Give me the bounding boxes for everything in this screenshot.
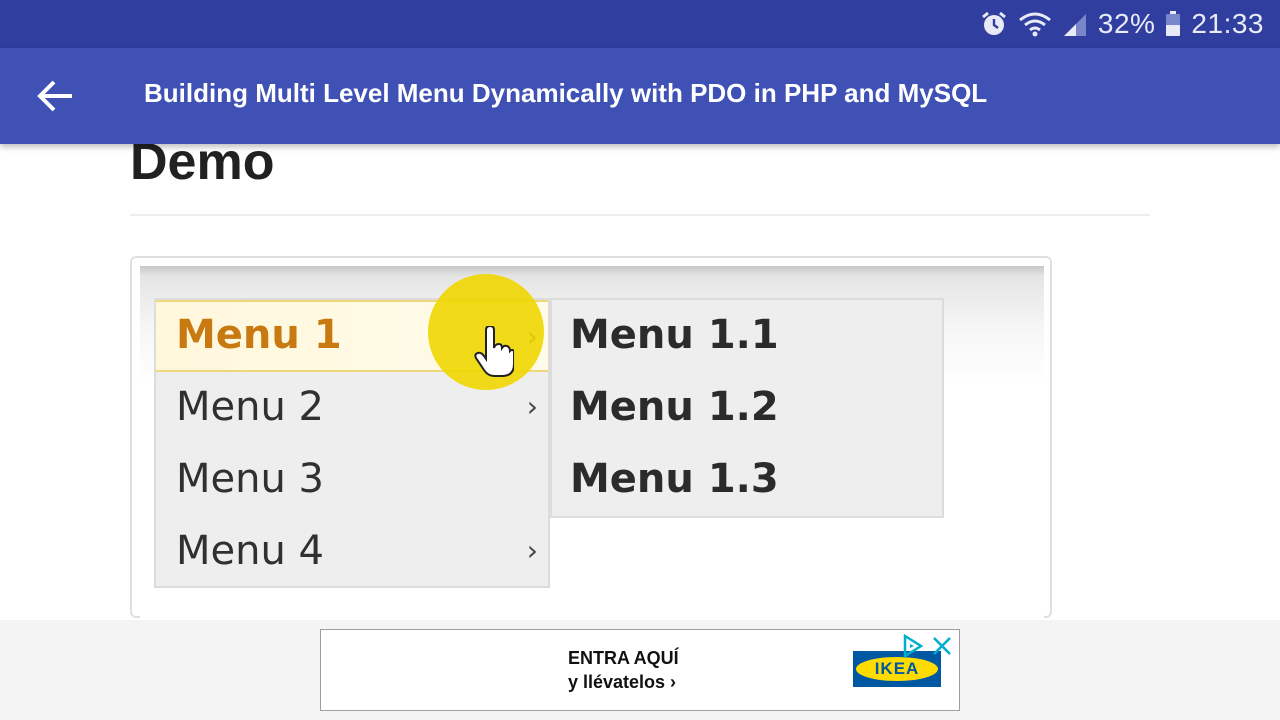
chevron-right-icon: › <box>526 390 538 423</box>
alarm-icon <box>980 10 1008 38</box>
demo-submenu-item: Menu 1.3 <box>552 444 942 516</box>
back-button[interactable] <box>36 78 76 114</box>
demo-menu-item-label: Menu 3 <box>176 456 324 502</box>
wifi-icon <box>1018 10 1052 38</box>
status-bar: 32% 21:33 <box>0 0 1280 48</box>
hand-cursor-icon <box>474 326 514 377</box>
demo-menu-item-label: Menu 2 <box>176 384 324 430</box>
clock: 21:33 <box>1191 8 1264 39</box>
demo-menu-item-label: Menu 1 <box>176 312 342 358</box>
demo-submenu-item: Menu 1.2 <box>552 372 942 444</box>
close-icon[interactable] <box>931 635 953 657</box>
demo-submenu-item-label: Menu 1.2 <box>570 384 779 430</box>
battery-icon <box>1165 10 1181 38</box>
article-content[interactable]: Demo Menu 1 › Menu 2 › Menu 3 Menu 4 › <box>0 144 1280 620</box>
ikea-logo: IKEA <box>853 651 941 687</box>
adchoices-icon[interactable] <box>901 634 925 658</box>
signal-icon <box>1062 10 1088 38</box>
arrow-left-icon <box>37 80 72 112</box>
demo-submenu-panel: Menu 1.1 Menu 1.2 Menu 1.3 <box>550 298 944 518</box>
chevron-right-icon: › <box>526 534 538 567</box>
demo-screenshot: Menu 1 › Menu 2 › Menu 3 Menu 4 › Menu 1… <box>140 266 1044 620</box>
demo-menu-item: Menu 3 <box>156 444 548 516</box>
demo-submenu-item-label: Menu 1.1 <box>570 312 779 358</box>
demo-menu-item: Menu 4 › <box>156 516 548 588</box>
ad-cta-link[interactable]: y llévatelos › <box>568 672 676 693</box>
demo-submenu-item-label: Menu 1.3 <box>570 456 779 502</box>
ikea-logo-text: IKEA <box>856 657 938 681</box>
demo-submenu-item: Menu 1.1 <box>552 300 942 372</box>
ad-banner-area: ENTRA AQUÍ y llévatelos › IKEA <box>0 620 1280 720</box>
section-heading: Demo <box>130 144 275 191</box>
page-title: Building Multi Level Menu Dynamically wi… <box>144 78 988 108</box>
demo-menu-item-label: Menu 4 <box>176 528 324 574</box>
demo-image-card: Menu 1 › Menu 2 › Menu 3 Menu 4 › Menu 1… <box>130 256 1052 620</box>
ad-headline: ENTRA AQUÍ <box>568 648 679 668</box>
app-bar: Building Multi Level Menu Dynamically wi… <box>0 48 1280 144</box>
ad-banner[interactable]: ENTRA AQUÍ y llévatelos › IKEA <box>320 629 960 711</box>
battery-percent: 32% <box>1097 8 1156 39</box>
divider <box>130 214 1150 216</box>
